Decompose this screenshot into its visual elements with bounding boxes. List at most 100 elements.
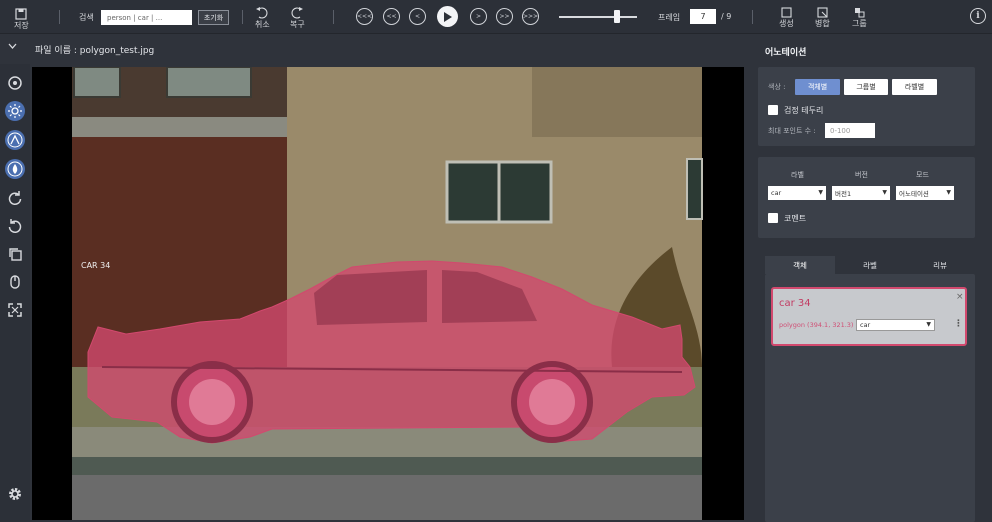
fit-screen-tool[interactable] (5, 300, 25, 320)
first-frame-button[interactable]: <<< (356, 8, 373, 25)
object-label: CAR 34 (81, 261, 111, 270)
comment-checkbox[interactable] (768, 213, 778, 223)
dropdown-arrow-icon: ▼ (946, 189, 951, 196)
fast-forward-button[interactable]: >> (496, 8, 513, 25)
copy-icon (9, 248, 22, 261)
object-tabs: 객체 라벨 리뷰 (765, 256, 975, 274)
tab-labels[interactable]: 라벨 (835, 256, 905, 274)
color-label: 색상 : (768, 83, 786, 91)
group-label: 그룹 (852, 19, 867, 28)
fullscreen-icon (8, 303, 22, 317)
merge-icon (817, 7, 828, 18)
frame-label: 프레임 (658, 13, 681, 22)
rotate-clockwise-icon (8, 191, 22, 205)
rewind-button[interactable]: << (383, 8, 400, 25)
mouse-tool[interactable] (5, 272, 25, 292)
undo-label: 취소 (255, 20, 270, 29)
object-label-select[interactable]: car ▼ (856, 319, 935, 331)
create-button[interactable]: 생성 (779, 7, 794, 28)
window-top-left (73, 67, 121, 98)
label-settings-box: 라벨 버전 모드 car ▼ 버전1 ▼ 어노테이션 ▼ 코멘트 (758, 157, 975, 238)
color-by-label-button[interactable]: 라벨별 (892, 79, 937, 95)
annotation-canvas[interactable]: CAR 34 (32, 67, 744, 520)
group-icon (854, 8, 865, 18)
annotation-title: 어노테이션 (765, 48, 807, 58)
more-options-icon[interactable]: ⋮ (954, 319, 963, 329)
copy-tool[interactable] (5, 244, 25, 264)
mouse-icon (10, 275, 20, 289)
save-label: 저장 (14, 21, 29, 30)
playback-slider-track[interactable] (559, 16, 637, 18)
redo-button[interactable]: 복구 (290, 6, 305, 29)
photo-scene (72, 67, 703, 520)
version-select-value: 버전1 (835, 190, 852, 198)
polygon-icon (8, 76, 22, 90)
contrast-icon (7, 132, 23, 148)
polygon-coordinates: polygon (394.1, 321.3) (779, 321, 854, 329)
car-rim-front (189, 379, 235, 425)
color-by-group-button[interactable]: 그룹별 (844, 79, 888, 95)
playback-slider-thumb[interactable] (614, 10, 620, 23)
contrast-tool[interactable] (5, 130, 25, 150)
color-by-object-button[interactable]: 객체별 (795, 79, 840, 95)
label-select[interactable]: car ▼ (768, 186, 826, 200)
divider (333, 10, 334, 24)
save-button[interactable]: 저장 (14, 8, 29, 30)
frame-total: / 9 (721, 12, 732, 21)
divider (242, 10, 243, 24)
version-select[interactable]: 버전1 ▼ (832, 186, 890, 200)
saturation-tool[interactable] (5, 159, 25, 179)
rotate-counterclockwise-tool[interactable] (5, 216, 25, 236)
search-label: 검색 (79, 13, 94, 22)
window-edge (686, 158, 703, 220)
comment-label: 코멘트 (784, 214, 807, 223)
mode-select[interactable]: 어노테이션 ▼ (896, 186, 954, 200)
label-select-value: car (771, 189, 782, 197)
dropdown-arrow-icon: ▼ (926, 321, 931, 328)
grass-strip (72, 457, 702, 475)
max-points-input[interactable]: 0-100 (825, 123, 875, 138)
undo-button[interactable]: 취소 (255, 6, 270, 29)
polygon-tool[interactable] (5, 73, 25, 93)
max-points-label: 최대 포인트 수 : (768, 127, 816, 135)
divider (59, 10, 60, 24)
play-button[interactable] (437, 6, 458, 27)
file-name: 파일 이름 : polygon_test.jpg (35, 46, 155, 56)
window-top-middle (166, 67, 252, 98)
mode-select-value: 어노테이션 (899, 190, 929, 198)
search-input[interactable] (101, 10, 192, 25)
info-icon[interactable]: i (970, 8, 986, 24)
merge-label: 병합 (815, 19, 830, 28)
object-card[interactable]: car 34 × polygon (394.1, 321.3) car ▼ ⋮ (771, 287, 967, 346)
tab-objects[interactable]: 객체 (765, 256, 835, 274)
dropdown-arrow-icon: ▼ (818, 189, 823, 196)
last-frame-button[interactable]: >>> (522, 8, 539, 25)
divider (752, 10, 753, 24)
object-card-title: car 34 (779, 298, 811, 309)
merge-button[interactable]: 병합 (815, 7, 830, 28)
curb (72, 427, 702, 457)
redo-label: 복구 (290, 20, 305, 29)
rotate-counterclockwise-icon (8, 219, 22, 233)
group-button[interactable]: 그룹 (852, 7, 867, 28)
chevron-down-icon[interactable] (8, 43, 17, 50)
rotate-clockwise-tool[interactable] (5, 188, 25, 208)
border-checkbox[interactable] (768, 105, 778, 115)
create-label: 생성 (779, 19, 794, 28)
dropdown-arrow-icon: ▼ (882, 189, 887, 196)
tab-review[interactable]: 리뷰 (905, 256, 975, 274)
previous-frame-button[interactable]: < (409, 8, 426, 25)
brightness-tool[interactable] (5, 101, 25, 121)
top-toolbar: 저장 검색 초기화 취소 복구 <<< << < > >> >>> 프레임 7 … (0, 0, 992, 34)
version-header: 버전 (855, 171, 868, 179)
car-rim-rear (529, 379, 575, 425)
save-icon (15, 8, 27, 20)
next-frame-button[interactable]: > (470, 8, 487, 25)
close-icon[interactable]: × (956, 292, 964, 302)
play-icon (444, 11, 452, 22)
label-header: 라벨 (791, 171, 804, 179)
mode-header: 모드 (916, 171, 929, 179)
frame-input[interactable]: 7 (690, 9, 716, 24)
settings-tool[interactable] (5, 484, 25, 504)
reset-button[interactable]: 초기화 (198, 10, 229, 25)
